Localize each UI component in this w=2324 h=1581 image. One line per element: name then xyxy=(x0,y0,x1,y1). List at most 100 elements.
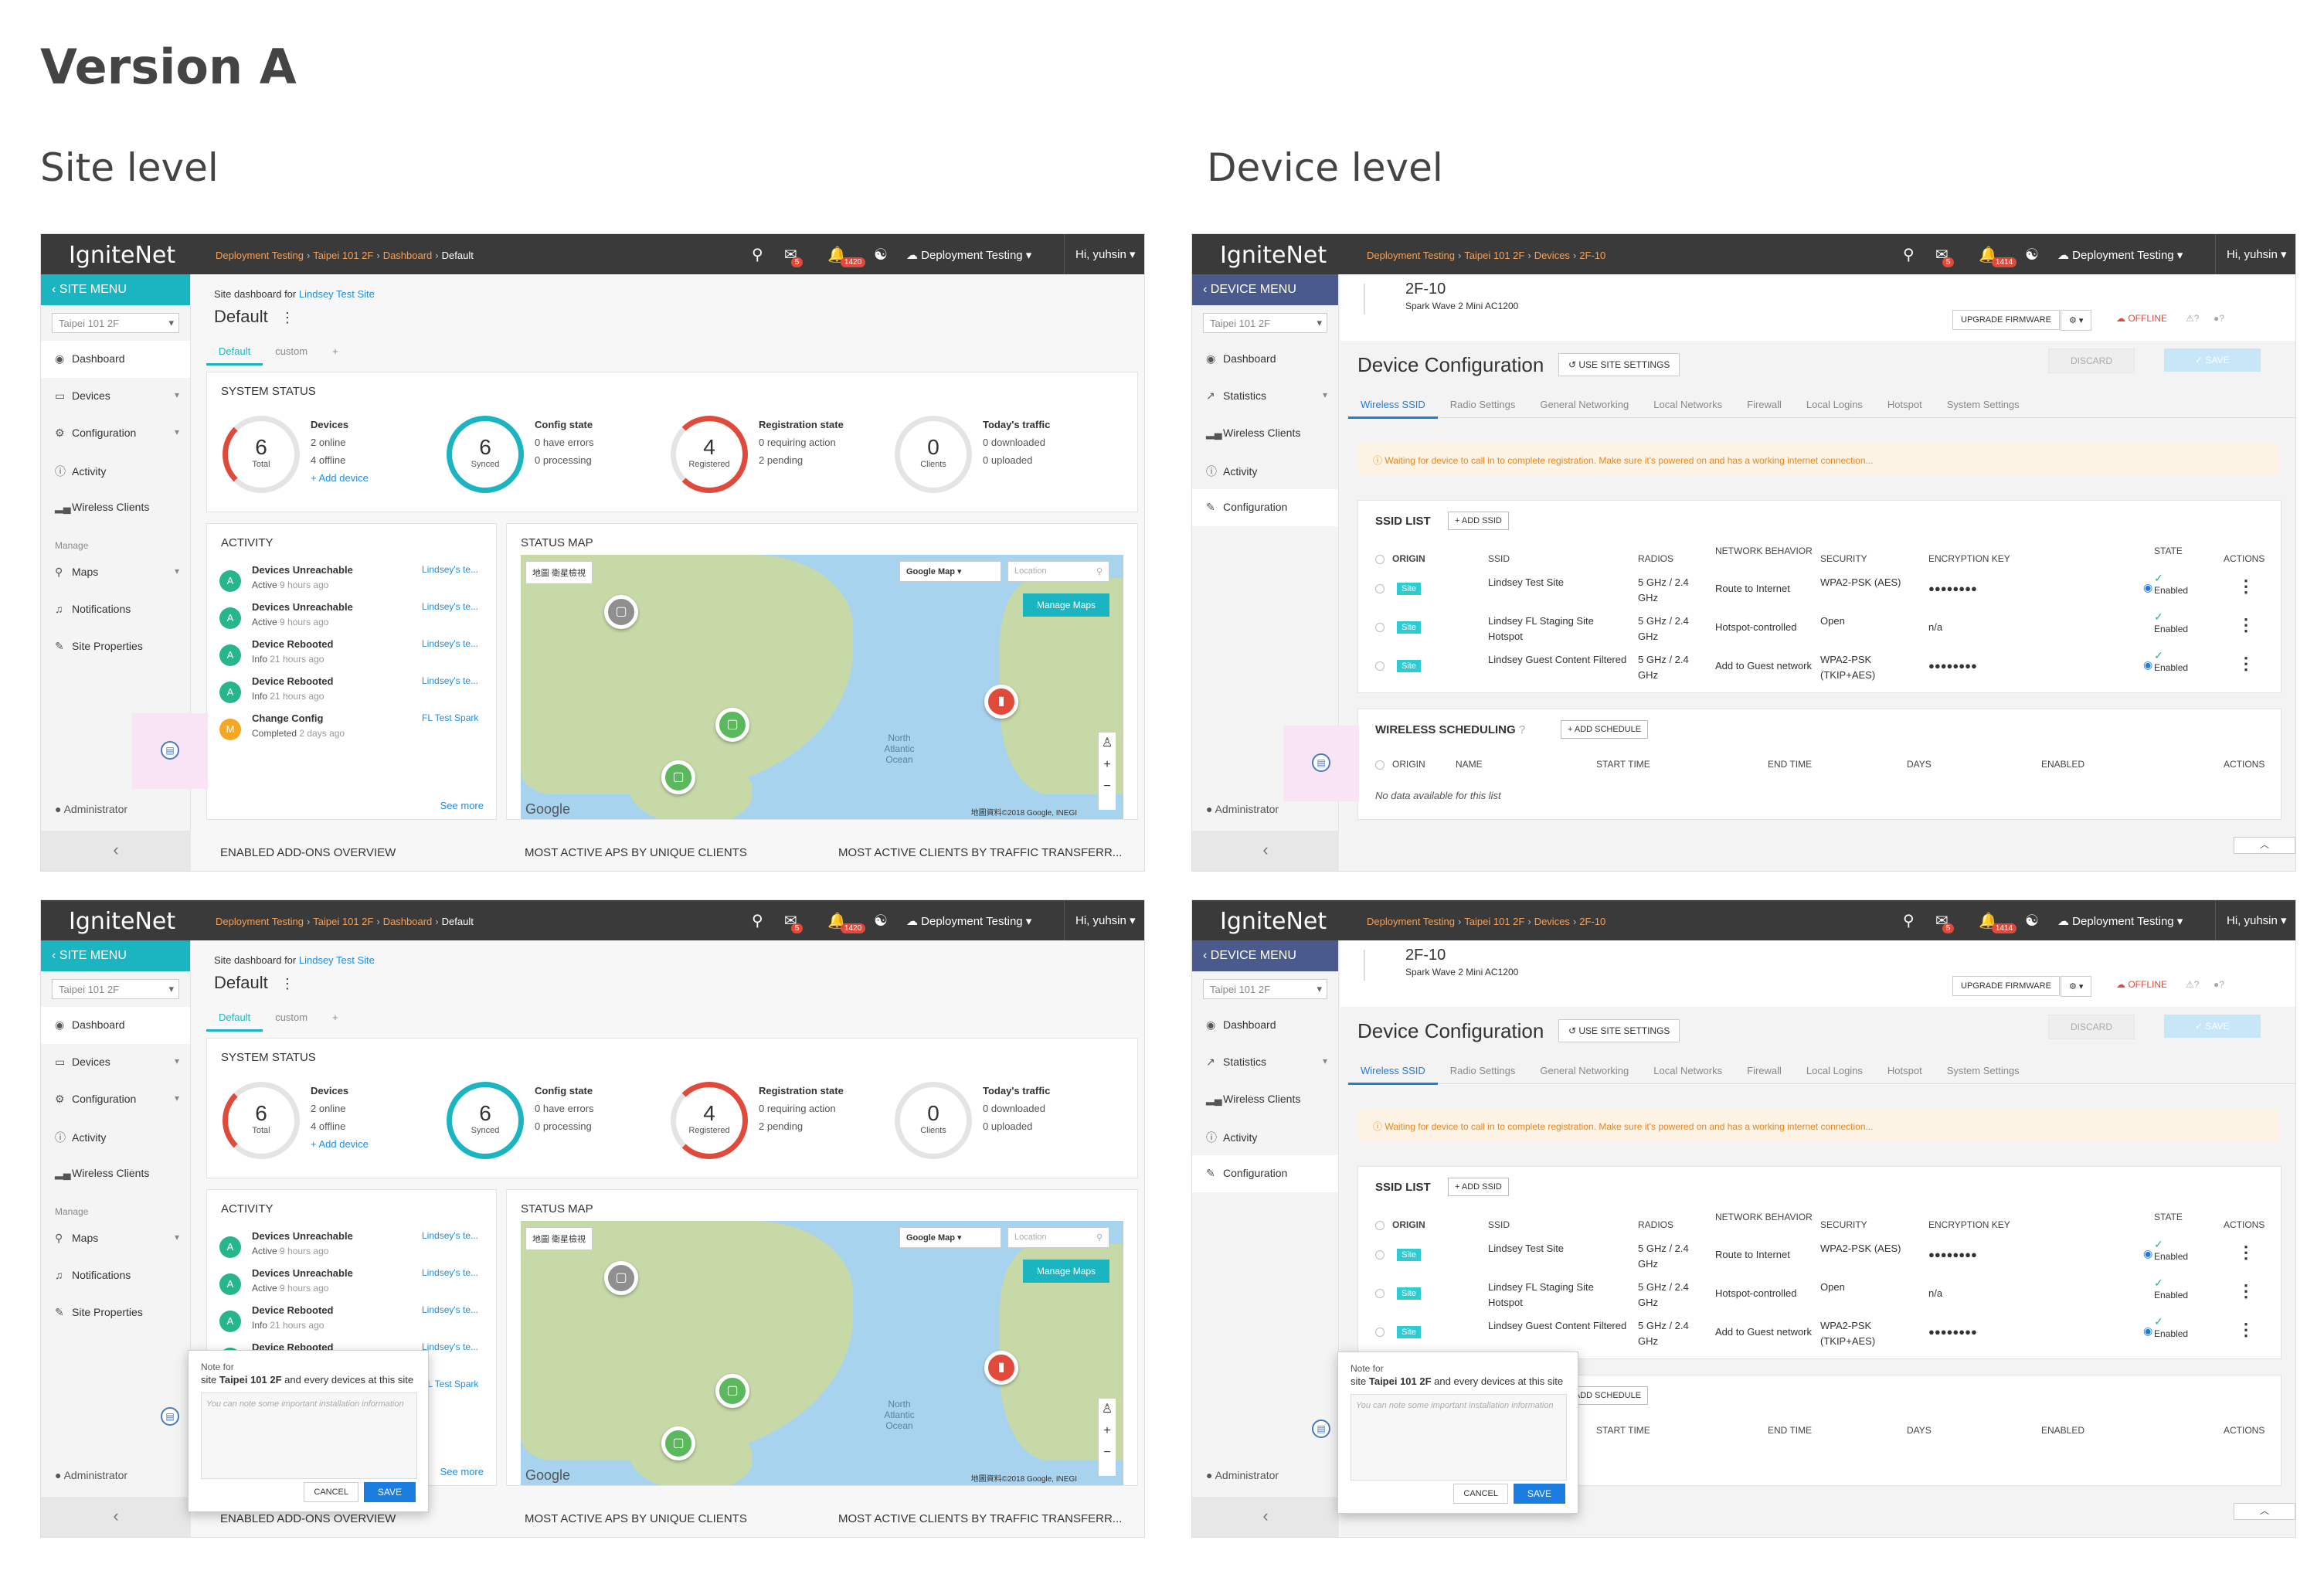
user-menu[interactable]: Hi, yuhsin ▾ xyxy=(1064,234,1144,274)
ssid-name[interactable]: Lindsey FL Staging Site Hotspot xyxy=(1488,1280,1627,1311)
add-device-link[interactable]: + Add device xyxy=(311,472,369,484)
user-icon[interactable]: ●? xyxy=(2214,313,2224,324)
ssid-name[interactable]: Lindsey Test Site xyxy=(1488,1241,1627,1256)
activity-link[interactable]: Lindsey's te... xyxy=(422,601,478,612)
user-menu[interactable]: Hi, yuhsin ▾ xyxy=(2215,900,2295,940)
crumb-site[interactable]: Taipei 101 2F xyxy=(313,250,373,261)
col-encryption-key[interactable]: ENCRYPTION KEY xyxy=(1928,1219,2010,1230)
crumb-org[interactable]: Deployment Testing xyxy=(216,916,304,927)
row-actions-menu[interactable]: ⋮ xyxy=(2237,1243,2254,1263)
select-all-checkbox[interactable] xyxy=(1375,555,1385,564)
sidebar-item-dashboard[interactable]: ◉ Dashboard xyxy=(41,341,190,378)
zoom-out-button[interactable]: − xyxy=(1103,780,1110,793)
col-state[interactable]: STATE xyxy=(2154,546,2183,556)
col-network-behavior[interactable]: NETWORK BEHAVIOR xyxy=(1715,546,1813,556)
col-radios[interactable]: RADIOS xyxy=(1638,1219,1673,1230)
col-origin[interactable]: ORIGIN xyxy=(1392,759,1425,770)
note-icon[interactable]: ▤ xyxy=(1312,753,1330,772)
zoom-in-button[interactable]: + xyxy=(1103,1424,1110,1437)
sidebar-item-notifications[interactable]: ♫ Notifications xyxy=(41,1257,190,1294)
status-map[interactable]: 地圖 衛星檢視 Google Map ▾ Location ⚲ Manage Ma… xyxy=(521,1221,1123,1485)
ignitenet-logo[interactable]: IgniteNet xyxy=(1220,242,1327,269)
device-actions-gear[interactable]: ⚙ ▾ xyxy=(2061,976,2092,997)
device-pin-green[interactable]: ▢ xyxy=(715,1374,749,1408)
binoculars-icon[interactable]: ☯ xyxy=(2025,911,2039,930)
sidebar-item-configuration[interactable]: ✎ Configuration xyxy=(1192,489,1338,526)
device-actions-gear[interactable]: ⚙ ▾ xyxy=(2061,310,2092,331)
tab-hotspot[interactable]: Hotspot xyxy=(1875,390,1935,416)
site-select[interactable]: Taipei 101 2F xyxy=(52,313,179,333)
site-link[interactable]: Lindsey Test Site xyxy=(299,954,375,966)
use-site-settings-button[interactable]: ↺ USE SITE SETTINGS xyxy=(1558,353,1680,376)
activity-item[interactable]: A Devices Unreachable Active 9 hours ago Li… xyxy=(219,1229,498,1266)
more-icon[interactable]: ⋮ xyxy=(280,310,294,325)
activity-link[interactable]: Lindsey's te... xyxy=(422,1304,478,1315)
tab-firewall[interactable]: Firewall xyxy=(1735,390,1794,416)
eye-icon[interactable]: ◉ xyxy=(2143,581,2152,594)
bell-icon[interactable]: 🔔1420 xyxy=(827,911,872,933)
org-selector[interactable]: ☁ Deployment Testing ▾ xyxy=(2057,248,2183,262)
activity-link[interactable]: Lindsey's te... xyxy=(422,638,478,649)
inbox-icon[interactable]: ✉5 xyxy=(1935,911,1960,933)
sidebar-item-notifications[interactable]: ♫ Notifications xyxy=(41,591,190,628)
site-select[interactable]: Taipei 101 2F xyxy=(1203,313,1327,333)
save-note-button[interactable]: SAVE xyxy=(363,1482,416,1502)
map-view-tabs[interactable]: 地圖 衛星檢視 xyxy=(525,1227,593,1250)
sidebar-item-dashboard[interactable]: ◉ Dashboard xyxy=(1192,1007,1338,1044)
add-tab-button[interactable]: + xyxy=(320,338,351,363)
tab-wireless-ssid[interactable]: Wireless SSID xyxy=(1348,1056,1438,1085)
collapse-sidebar-button[interactable]: ‹ xyxy=(1192,831,1339,871)
activity-item[interactable]: A Device Rebooted Info 21 hours ago Lindsey… xyxy=(219,674,498,711)
col-origin[interactable]: ORIGIN xyxy=(1392,553,1425,564)
street-view-icon[interactable]: ♙ xyxy=(1102,1402,1113,1416)
add-device-link[interactable]: + Add device xyxy=(311,1138,369,1150)
row-actions-menu[interactable]: ⋮ xyxy=(2237,654,2254,674)
zoom-controls[interactable]: ♙ + − xyxy=(1099,733,1116,810)
tab-custom[interactable]: custom xyxy=(263,338,320,363)
see-more-link[interactable]: See more xyxy=(440,800,484,811)
map-type-select[interactable]: Google Map ▾ xyxy=(899,1227,1001,1248)
device-pin-gray[interactable]: ▢ xyxy=(604,595,638,629)
sidebar-item-statistics[interactable]: ↗ Statistics ▾ xyxy=(1192,378,1338,415)
org-selector[interactable]: ☁ Deployment Testing ▾ xyxy=(2057,914,2183,928)
sidebar-item-devices[interactable]: ▭ Devices ▾ xyxy=(41,1044,190,1081)
collapse-sidebar-button[interactable]: ‹ xyxy=(41,831,191,871)
tab-local-logins[interactable]: Local Logins xyxy=(1794,1056,1875,1083)
site-link[interactable]: Lindsey Test Site xyxy=(299,288,375,300)
col-ssid[interactable]: SSID xyxy=(1488,553,1510,564)
crumb-site[interactable]: Taipei 101 2F xyxy=(313,916,373,927)
device-pin-red[interactable]: ▮ xyxy=(984,1351,1018,1385)
location-search-input[interactable]: Location ⚲ xyxy=(1007,561,1109,582)
collapse-panel-button[interactable]: ︿ xyxy=(2234,837,2295,854)
tab-wireless-ssid[interactable]: Wireless SSID xyxy=(1348,390,1438,419)
col-network-behavior[interactable]: NETWORK BEHAVIOR xyxy=(1715,1212,1813,1222)
search-icon[interactable]: ⚲ xyxy=(1903,245,1915,264)
search-icon[interactable]: ⚲ xyxy=(752,245,763,264)
sidebar-item-maps[interactable]: ⚲ Maps ▾ xyxy=(41,1220,190,1257)
note-textarea[interactable]: You can note some important installation… xyxy=(1351,1394,1567,1481)
activity-item[interactable]: A Devices Unreachable Active 9 hours ago Li… xyxy=(219,563,498,600)
sidebar-item-wireless-clients[interactable]: ▂▄Wireless Clients xyxy=(1192,1081,1338,1118)
crumb-devices[interactable]: Devices xyxy=(1534,250,1570,261)
crumb-org[interactable]: Deployment Testing xyxy=(216,250,304,261)
warning-icon[interactable]: ⚠? xyxy=(2186,979,2199,990)
save-button[interactable]: ✓ SAVE xyxy=(2164,348,2261,372)
search-icon[interactable]: ⚲ xyxy=(1903,911,1915,930)
site-select[interactable]: Taipei 101 2F xyxy=(1203,979,1327,999)
sidebar-item-activity[interactable]: ⓘ Activity xyxy=(41,452,190,489)
col-name[interactable]: NAME xyxy=(1456,759,1483,770)
sidebar-item-configuration[interactable]: ✎ Configuration xyxy=(1192,1155,1338,1192)
col-ssid[interactable]: SSID xyxy=(1488,1219,1510,1230)
admin-user[interactable]: ● Administrator xyxy=(1192,803,1342,815)
tab-firewall[interactable]: Firewall xyxy=(1735,1056,1794,1083)
tab-general-networking[interactable]: General Networking xyxy=(1527,390,1641,416)
activity-item[interactable]: A Devices Unreachable Active 9 hours ago Li… xyxy=(219,600,498,637)
add-schedule-button[interactable]: + ADD SCHEDULE xyxy=(1561,720,1649,739)
collapse-sidebar-button[interactable]: ‹ xyxy=(1192,1497,1339,1537)
site-menu-header[interactable]: ‹ SITE MENU xyxy=(41,940,190,971)
warning-icon[interactable]: ⚠? xyxy=(2186,313,2199,324)
collapse-panel-button[interactable]: ︿ xyxy=(2234,1503,2295,1520)
activity-link[interactable]: FL Test Spark xyxy=(422,712,478,723)
inbox-icon[interactable]: ✉5 xyxy=(1935,245,1960,267)
user-menu[interactable]: Hi, yuhsin ▾ xyxy=(2215,234,2295,274)
